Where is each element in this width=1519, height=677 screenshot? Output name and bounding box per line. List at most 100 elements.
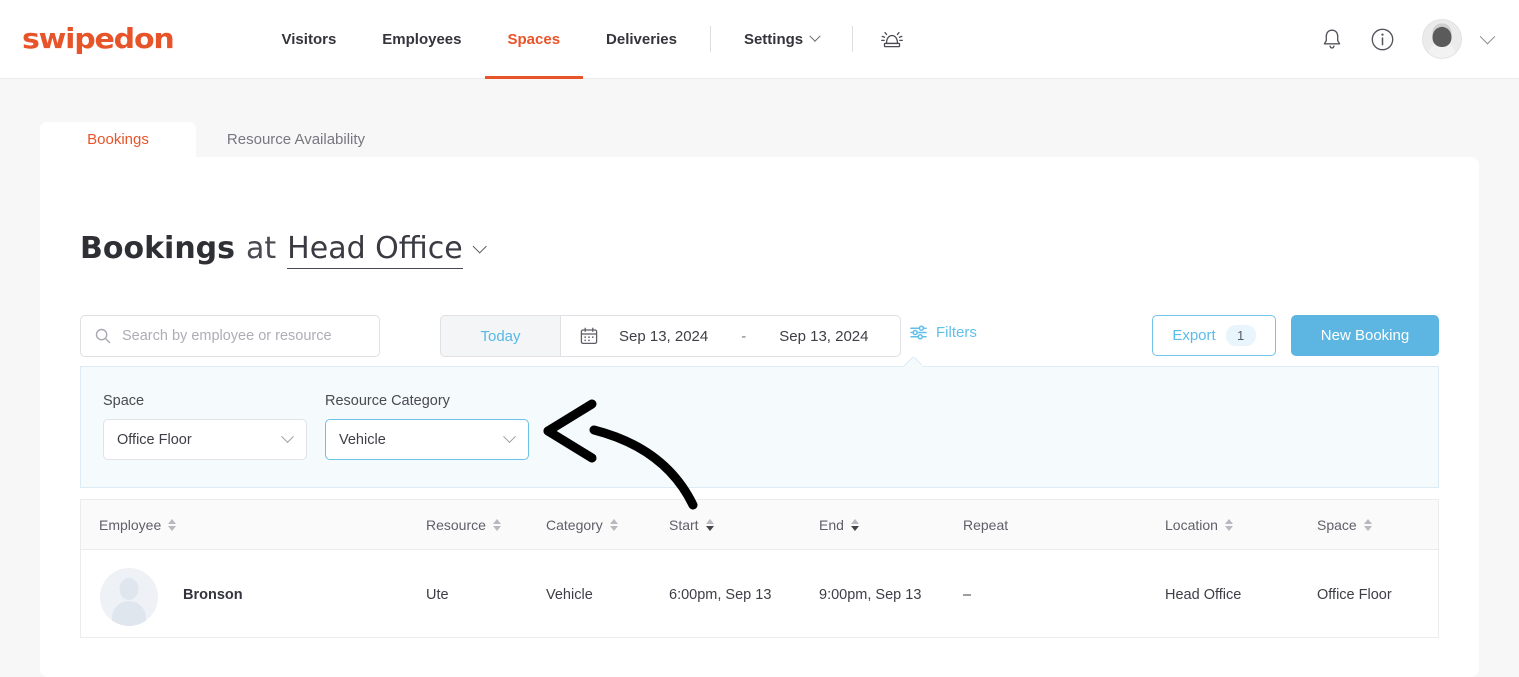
nav-item-spaces-label: Spaces [507,30,561,48]
calendar-icon [580,327,598,345]
section-tabs: Bookings Resource Availability [40,122,396,157]
swipedon-logo[interactable]: swipedon [22,23,175,55]
new-booking-button[interactable]: New Booking [1291,315,1439,356]
filter-group-resource-category: Resource Category Vehicle [325,393,529,460]
today-button-label: Today [480,327,521,345]
cell-space: Office Floor [1317,586,1392,603]
tab-resource-availability-label: Resource Availability [226,131,366,148]
siren-icon [881,31,904,48]
page-title: Bookings at Head Office [80,231,487,269]
table-header-row: Employee Resource Category Start End Rep… [80,499,1439,549]
space-filter-label: Space [103,393,145,409]
column-header-resource[interactable]: Resource [426,500,501,550]
tab-bookings-label: Bookings [87,131,149,148]
cell-category: Vehicle [546,586,593,603]
export-button-label: Export [1172,327,1216,344]
bookings-table: Employee Resource Category Start End Rep… [80,499,1439,638]
notifications-button[interactable] [1321,27,1343,51]
chevron-down-icon [503,430,516,444]
nav-item-employees[interactable]: Employees [359,0,484,79]
avatar [1422,19,1462,59]
new-booking-button-label: New Booking [1320,327,1410,344]
export-button[interactable]: Export 1 [1152,315,1276,356]
search-box[interactable] [80,315,380,357]
column-header-employee[interactable]: Employee [99,500,177,550]
help-info-button[interactable] [1370,27,1395,52]
tab-resource-availability[interactable]: Resource Availability [196,122,396,157]
date-start-value: Sep 13, 2024 [619,327,709,345]
column-header-resource-label: Resource [426,517,486,533]
search-icon [95,328,111,344]
column-header-space[interactable]: Space [1317,500,1372,550]
export-count-badge: 1 [1225,325,1256,346]
cell-end: 9:00pm, Sep 13 [819,586,922,603]
sort-icon [609,519,618,531]
nav-item-visitors-label: Visitors [281,30,337,48]
sort-icon [850,519,859,531]
filters-button-label: Filters [936,324,977,341]
nav-item-employees-label: Employees [382,30,462,48]
sort-icon [168,519,177,531]
nav-right-actions [1321,19,1496,59]
page-title-connector: at [246,231,277,266]
space-select-value: Office Floor [117,431,192,448]
cell-employee: Bronson [183,586,243,603]
nav-item-settings[interactable]: Settings [721,0,842,79]
table-row[interactable]: Bronson Ute Vehicle 6:00pm, Sep 13 9:00p… [80,549,1439,638]
column-header-location[interactable]: Location [1165,500,1233,550]
sort-icon [1363,519,1372,531]
date-range-field[interactable]: Sep 13, 2024 - Sep 13, 2024 [560,315,901,357]
resource-category-filter-label: Resource Category [325,393,450,409]
cell-repeat: – [963,586,972,603]
nav-item-deliveries-label: Deliveries [606,30,677,48]
nav-item-deliveries[interactable]: Deliveries [583,0,700,79]
bookings-panel: Bookings at Head Office Today [40,157,1479,677]
date-range-control: Today Sep 13, 2024 - Sep 13, 2024 [440,315,901,357]
today-button[interactable]: Today [440,315,560,357]
cell-resource: Ute [426,586,449,603]
space-select[interactable]: Office Floor [103,419,307,460]
column-header-repeat-label: Repeat [963,517,1009,533]
tab-bookings[interactable]: Bookings [40,122,196,157]
column-header-repeat: Repeat [963,500,1008,550]
cell-start: 6:00pm, Sep 13 [669,586,772,603]
chevron-down-icon [1479,28,1496,44]
account-menu[interactable] [1422,19,1496,59]
column-header-space-label: Space [1317,517,1357,533]
info-icon [1371,28,1394,50]
column-header-category[interactable]: Category [546,500,618,550]
column-header-start[interactable]: Start [669,500,714,550]
resource-category-select[interactable]: Vehicle [325,419,529,460]
filter-panel: Space Office Floor Resource Category Veh… [80,366,1439,488]
column-header-end-label: End [819,517,844,533]
chevron-down-icon [809,30,821,42]
column-header-category-label: Category [546,517,603,533]
sort-icon [705,519,714,531]
column-header-employee-label: Employee [99,517,162,533]
bookings-toolbar: Today Sep 13, 2024 - Sep 13, 2024 [80,315,1439,357]
nav-divider-1 [709,26,711,52]
sort-icon [492,519,501,531]
nav-item-emergency[interactable] [863,0,921,79]
chevron-down-icon [281,430,294,444]
location-selector[interactable]: Head Office [287,231,463,269]
top-navigation-bar: swipedon Visitors Employees Spaces Deliv… [0,0,1519,79]
column-header-start-label: Start [669,517,699,533]
filter-panel-notch [904,357,922,367]
column-header-location-label: Location [1165,517,1218,533]
resource-category-select-value: Vehicle [339,431,386,448]
main-nav-items: Visitors Employees Spaces Deliveries Set… [259,0,922,79]
bell-icon [1323,29,1341,49]
nav-divider-2 [852,26,854,52]
sort-icon [1224,519,1233,531]
filters-button[interactable]: Filters [910,324,977,341]
filter-group-space: Space Office Floor [103,393,307,460]
date-separator: - [741,327,747,345]
date-end-value: Sep 13, 2024 [779,327,869,345]
chevron-down-icon[interactable] [472,239,487,254]
nav-item-visitors[interactable]: Visitors [259,0,360,79]
nav-item-spaces[interactable]: Spaces [484,0,584,79]
cell-location: Head Office [1165,586,1242,603]
column-header-end[interactable]: End [819,500,859,550]
search-input[interactable] [122,328,362,344]
